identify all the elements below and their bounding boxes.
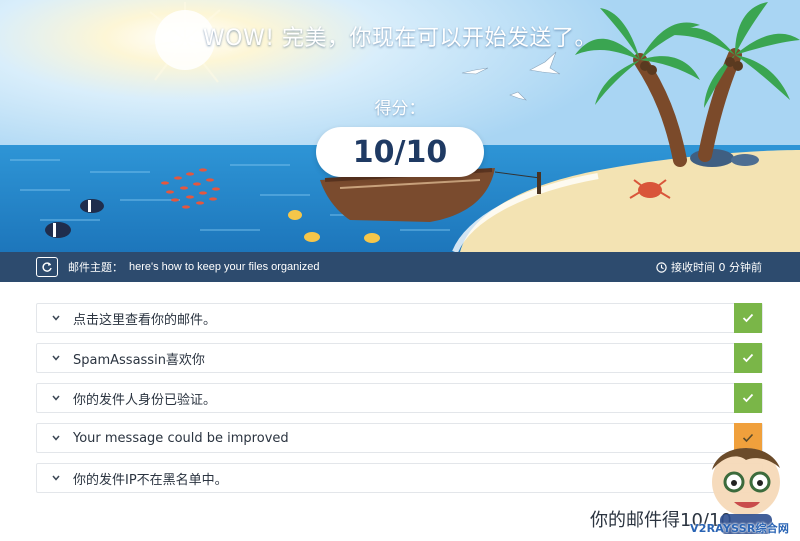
result-label: 点击这里查看你的邮件。 xyxy=(73,312,217,328)
message-info-bar: 邮件主题： here's how to keep your files orga… xyxy=(0,252,800,282)
result-label: SpamAssassin喜欢你 xyxy=(73,352,205,368)
result-row-spamassassin[interactable]: SpamAssassin喜欢你 xyxy=(36,343,763,373)
check-icon xyxy=(742,353,754,363)
clock-icon xyxy=(656,261,667,273)
check-icon xyxy=(742,313,754,323)
received-text: 接收时间 0 分钟前 xyxy=(671,261,762,274)
headline: WOW! 完美，你现在可以开始发送了。 xyxy=(202,26,598,51)
received-time: 接收时间 0 分钟前 xyxy=(656,259,762,275)
result-row-improvable[interactable]: Your message could be improved xyxy=(36,423,763,453)
chevron-down-icon xyxy=(52,395,64,401)
result-label: 你的发件IP不在黑名单中。 xyxy=(73,472,228,488)
total-score-prefix: 你的邮件得 xyxy=(590,510,680,531)
chevron-down-icon xyxy=(52,435,64,441)
chevron-down-icon xyxy=(52,355,64,361)
watermark-text: V2RAYSSR综合网 xyxy=(690,522,790,535)
result-label: Your message could be improved xyxy=(73,430,289,446)
result-row-authenticated[interactable]: 你的发件人身份已验证。 xyxy=(36,383,763,413)
chevron-down-icon xyxy=(52,315,64,321)
result-row-view-email[interactable]: 点击这里查看你的邮件。 xyxy=(36,303,763,333)
refresh-button[interactable] xyxy=(36,257,58,277)
status-pass-badge xyxy=(734,383,762,413)
test-results-list: 点击这里查看你的邮件。 SpamAssassin喜欢你 你的发件人身份已验证。 … xyxy=(36,303,763,503)
score-badge: 10/10 xyxy=(316,127,484,177)
check-icon xyxy=(742,393,754,403)
refresh-icon xyxy=(42,262,52,272)
hero-banner: WOW! 完美，你现在可以开始发送了。 得分： 10/10 xyxy=(0,0,800,252)
chevron-down-icon xyxy=(52,475,64,481)
result-label: 你的发件人身份已验证。 xyxy=(73,392,217,408)
subject-text: here's how to keep your files organized xyxy=(129,261,320,273)
score-value: 10/10 xyxy=(352,134,448,170)
status-pass-badge xyxy=(734,303,762,333)
result-row-blacklist[interactable]: 你的发件IP不在黑名单中。 xyxy=(36,463,763,493)
status-pass-badge xyxy=(734,343,762,373)
subject-label: 邮件主题： xyxy=(68,261,123,274)
score-label: 得分： xyxy=(374,99,426,119)
